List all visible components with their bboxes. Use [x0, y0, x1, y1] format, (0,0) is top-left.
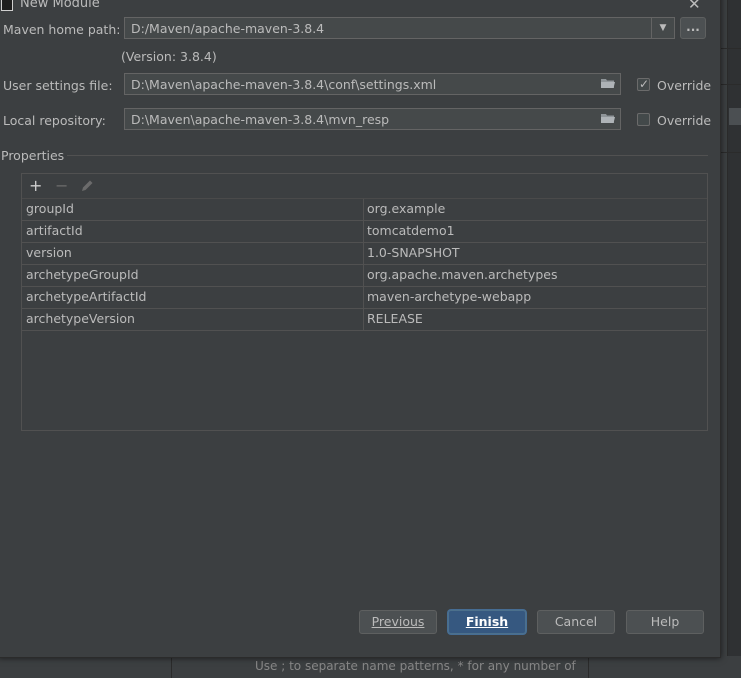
maven-home-label: Maven home path: [3, 22, 121, 37]
user-settings-value: D:\Maven\apache-maven-3.8.4\conf\setting… [131, 77, 437, 92]
property-value[interactable]: 1.0-SNAPSHOT [367, 243, 460, 264]
table-row[interactable]: archetypeGroupId org.apache.maven.archety… [22, 265, 706, 287]
cancel-button[interactable]: Cancel [537, 610, 615, 634]
finish-button[interactable]: Finish [448, 610, 526, 634]
table-row[interactable]: archetypeVersion RELEASE [22, 309, 706, 331]
screen: Use ; to separate name patterns, * for a… [0, 0, 741, 678]
table-row[interactable]: archetypeArtifactId maven-archetype-webap… [22, 287, 706, 309]
user-settings-field[interactable]: D:\Maven\apache-maven-3.8.4\conf\setting… [124, 73, 621, 95]
help-button[interactable]: Help [626, 610, 704, 634]
column-divider [363, 287, 364, 308]
column-divider [363, 221, 364, 242]
local-repository-field[interactable]: D:\Maven\apache-maven-3.8.4\mvn_resp [124, 108, 621, 130]
local-repository-label: Local repository: [3, 113, 106, 128]
table-row[interactable]: groupId org.example [22, 199, 706, 221]
user-settings-override-checkbox[interactable]: ✓ [637, 77, 650, 91]
background-selection [729, 108, 741, 125]
background-divider [720, 48, 741, 49]
dialog-content: Maven home path: D:/Maven/apache-maven-3… [1, 1, 720, 657]
property-key[interactable]: artifactId [26, 221, 362, 242]
property-value[interactable]: org.example [367, 199, 445, 220]
background-divider [720, 84, 741, 85]
property-value[interactable]: tomcatdemo1 [367, 221, 455, 242]
maven-version-note: (Version: 3.8.4) [121, 49, 217, 64]
property-key[interactable]: groupId [26, 199, 362, 220]
property-value[interactable]: org.apache.maven.archetypes [367, 265, 557, 286]
previous-button[interactable]: Previous [359, 610, 437, 634]
property-value[interactable]: RELEASE [367, 309, 423, 330]
table-row[interactable]: artifactId tomcatdemo1 [22, 221, 706, 243]
chevron-down-icon[interactable]: ▼ [651, 18, 674, 38]
property-key[interactable]: archetypeGroupId [26, 265, 362, 286]
folder-icon[interactable] [601, 78, 615, 89]
properties-toolbar: + − [22, 174, 707, 199]
user-settings-label: User settings file: [3, 78, 113, 93]
column-divider [363, 309, 364, 330]
property-key[interactable]: archetypeArtifactId [26, 287, 362, 308]
checkmark-icon: ✓ [639, 77, 650, 91]
pencil-icon[interactable] [80, 179, 94, 193]
table-row[interactable]: version 1.0-SNAPSHOT [22, 243, 706, 265]
section-divider [67, 155, 708, 156]
column-divider [363, 243, 364, 264]
browse-maven-home-button[interactable]: ... [680, 17, 706, 39]
background-divider [720, 152, 741, 153]
local-repository-override-checkbox[interactable] [637, 113, 650, 126]
minus-icon[interactable]: − [55, 176, 68, 196]
properties-table: + − groupId org.example artifactId tomcatde… [21, 173, 708, 431]
finish-button-label: Finish [465, 614, 509, 629]
properties-section-title: Properties [1, 148, 65, 163]
background-side-panel [727, 0, 741, 678]
maven-home-value: D:/Maven/apache-maven-3.8.4 [131, 21, 325, 36]
column-divider [363, 199, 364, 220]
maven-home-dropdown[interactable]: D:/Maven/apache-maven-3.8.4 ▼ [124, 17, 675, 39]
folder-icon[interactable] [601, 113, 615, 124]
new-module-dialog: New Module ✕ Maven home path: D:/Maven/a… [0, 0, 721, 658]
local-repository-value: D:\Maven\apache-maven-3.8.4\mvn_resp [131, 112, 390, 127]
user-settings-override-label: Override [657, 78, 712, 93]
previous-button-label: Previous [371, 614, 425, 629]
property-key[interactable]: version [26, 243, 362, 264]
plus-icon[interactable]: + [29, 176, 42, 196]
property-value[interactable]: maven-archetype-webapp [367, 287, 531, 308]
properties-grid: groupId org.example artifactId tomcatdemo1 v… [22, 199, 706, 331]
local-repository-override-label: Override [657, 113, 712, 128]
column-divider [363, 265, 364, 286]
background-hint-text: Use ; to separate name patterns, * for a… [255, 659, 576, 673]
property-key[interactable]: archetypeVersion [26, 309, 362, 330]
